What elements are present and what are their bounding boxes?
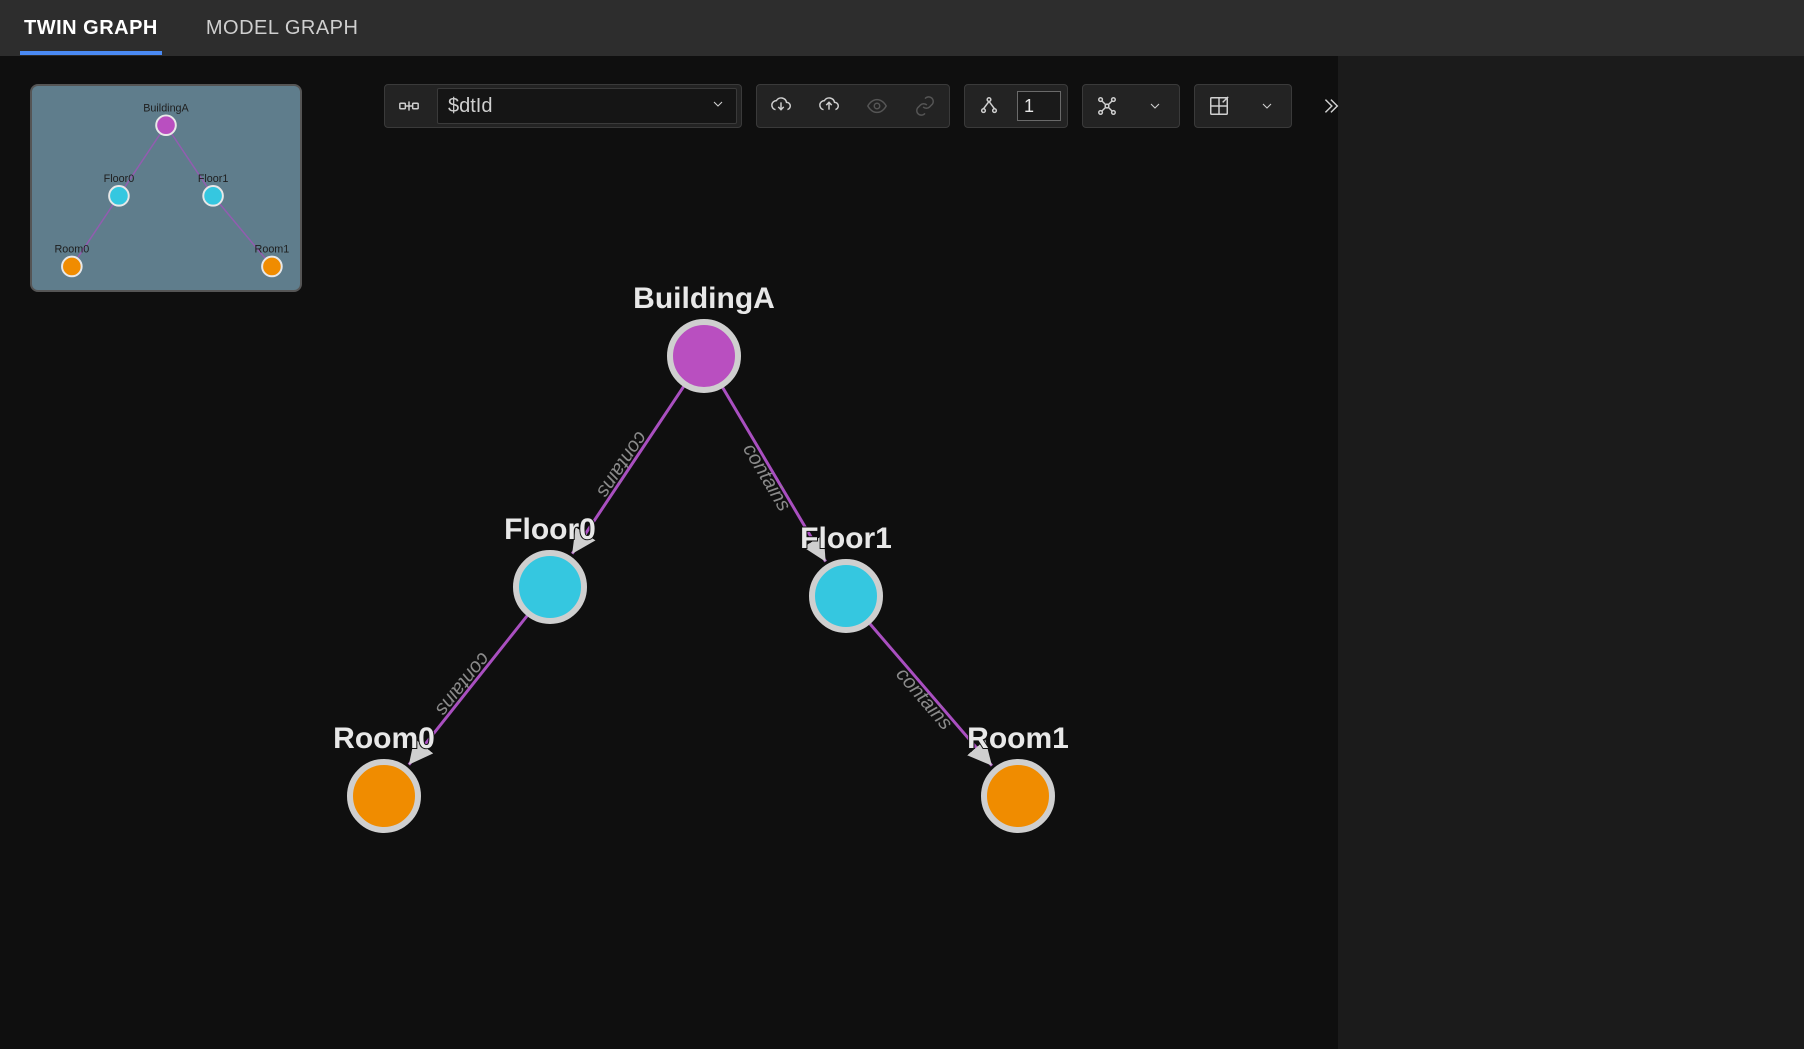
node-label: Floor0 — [504, 513, 596, 546]
minimap-node-Floor1 — [203, 186, 223, 206]
edge-label: contains — [738, 440, 795, 515]
layout-chevron-button[interactable] — [1131, 84, 1179, 128]
edge-label: contains — [891, 664, 956, 735]
expand-tree-button[interactable] — [965, 84, 1013, 128]
id-property-dropdown[interactable]: $dtId — [437, 88, 737, 124]
svg-text:BuildingA: BuildingA — [143, 103, 189, 115]
link-button[interactable] — [901, 84, 949, 128]
edge-label: contains — [592, 427, 652, 501]
id-format-icon[interactable] — [385, 95, 433, 117]
node-Room1[interactable]: Room1 — [967, 722, 1069, 830]
chevron-down-icon — [710, 95, 726, 118]
expansion-level-input[interactable] — [1017, 91, 1061, 121]
right-side-panel — [1338, 56, 1804, 1049]
cloud-upload-button[interactable] — [805, 84, 853, 128]
layout-group — [1082, 84, 1180, 128]
minimap-node-Room1 — [262, 257, 282, 277]
node-BuildingA[interactable]: BuildingA — [633, 282, 775, 390]
tab-bar: TWIN GRAPH MODEL GRAPH — [0, 0, 1804, 56]
id-selector-group: $dtId — [384, 84, 742, 128]
svg-text:Floor1: Floor1 — [198, 173, 229, 185]
minimap[interactable]: BuildingA Floor0 Floor1 Room0 Room1 — [30, 84, 302, 292]
node-label: BuildingA — [633, 282, 775, 315]
io-group — [756, 84, 950, 128]
minimap-node-Floor0 — [109, 186, 129, 206]
node-label: Room1 — [967, 722, 1069, 755]
view-mode-group — [1194, 84, 1292, 128]
node-Floor1[interactable]: Floor1 — [800, 522, 892, 630]
svg-text:Room1: Room1 — [255, 244, 290, 256]
minimap-node-BuildingA — [156, 115, 176, 135]
tab-twin-graph[interactable]: TWIN GRAPH — [20, 3, 162, 54]
node-Floor0[interactable]: Floor0 — [504, 513, 596, 621]
node-Room0[interactable]: Room0 — [333, 722, 435, 830]
layout-algorithm-button[interactable] — [1083, 84, 1131, 128]
graph-toolbar: $dtId — [384, 84, 1354, 128]
content-area: contains contains contains contains Buildin… — [0, 56, 1804, 1049]
view-mode-button[interactable] — [1195, 84, 1243, 128]
visibility-toggle-button[interactable] — [853, 84, 901, 128]
svg-text:Floor0: Floor0 — [104, 173, 135, 185]
id-property-value: $dtId — [448, 95, 492, 118]
tab-model-graph[interactable]: MODEL GRAPH — [202, 3, 363, 54]
minimap-node-Room0 — [62, 257, 82, 277]
svg-text:Room0: Room0 — [54, 244, 89, 256]
cloud-download-button[interactable] — [757, 84, 805, 128]
node-label: Room0 — [333, 722, 435, 755]
expand-group — [964, 84, 1068, 128]
view-mode-chevron-button[interactable] — [1243, 84, 1291, 128]
node-label: Floor1 — [800, 522, 892, 555]
toolbar-overflow-button[interactable] — [1306, 84, 1354, 128]
edge-label: contains — [431, 648, 495, 720]
